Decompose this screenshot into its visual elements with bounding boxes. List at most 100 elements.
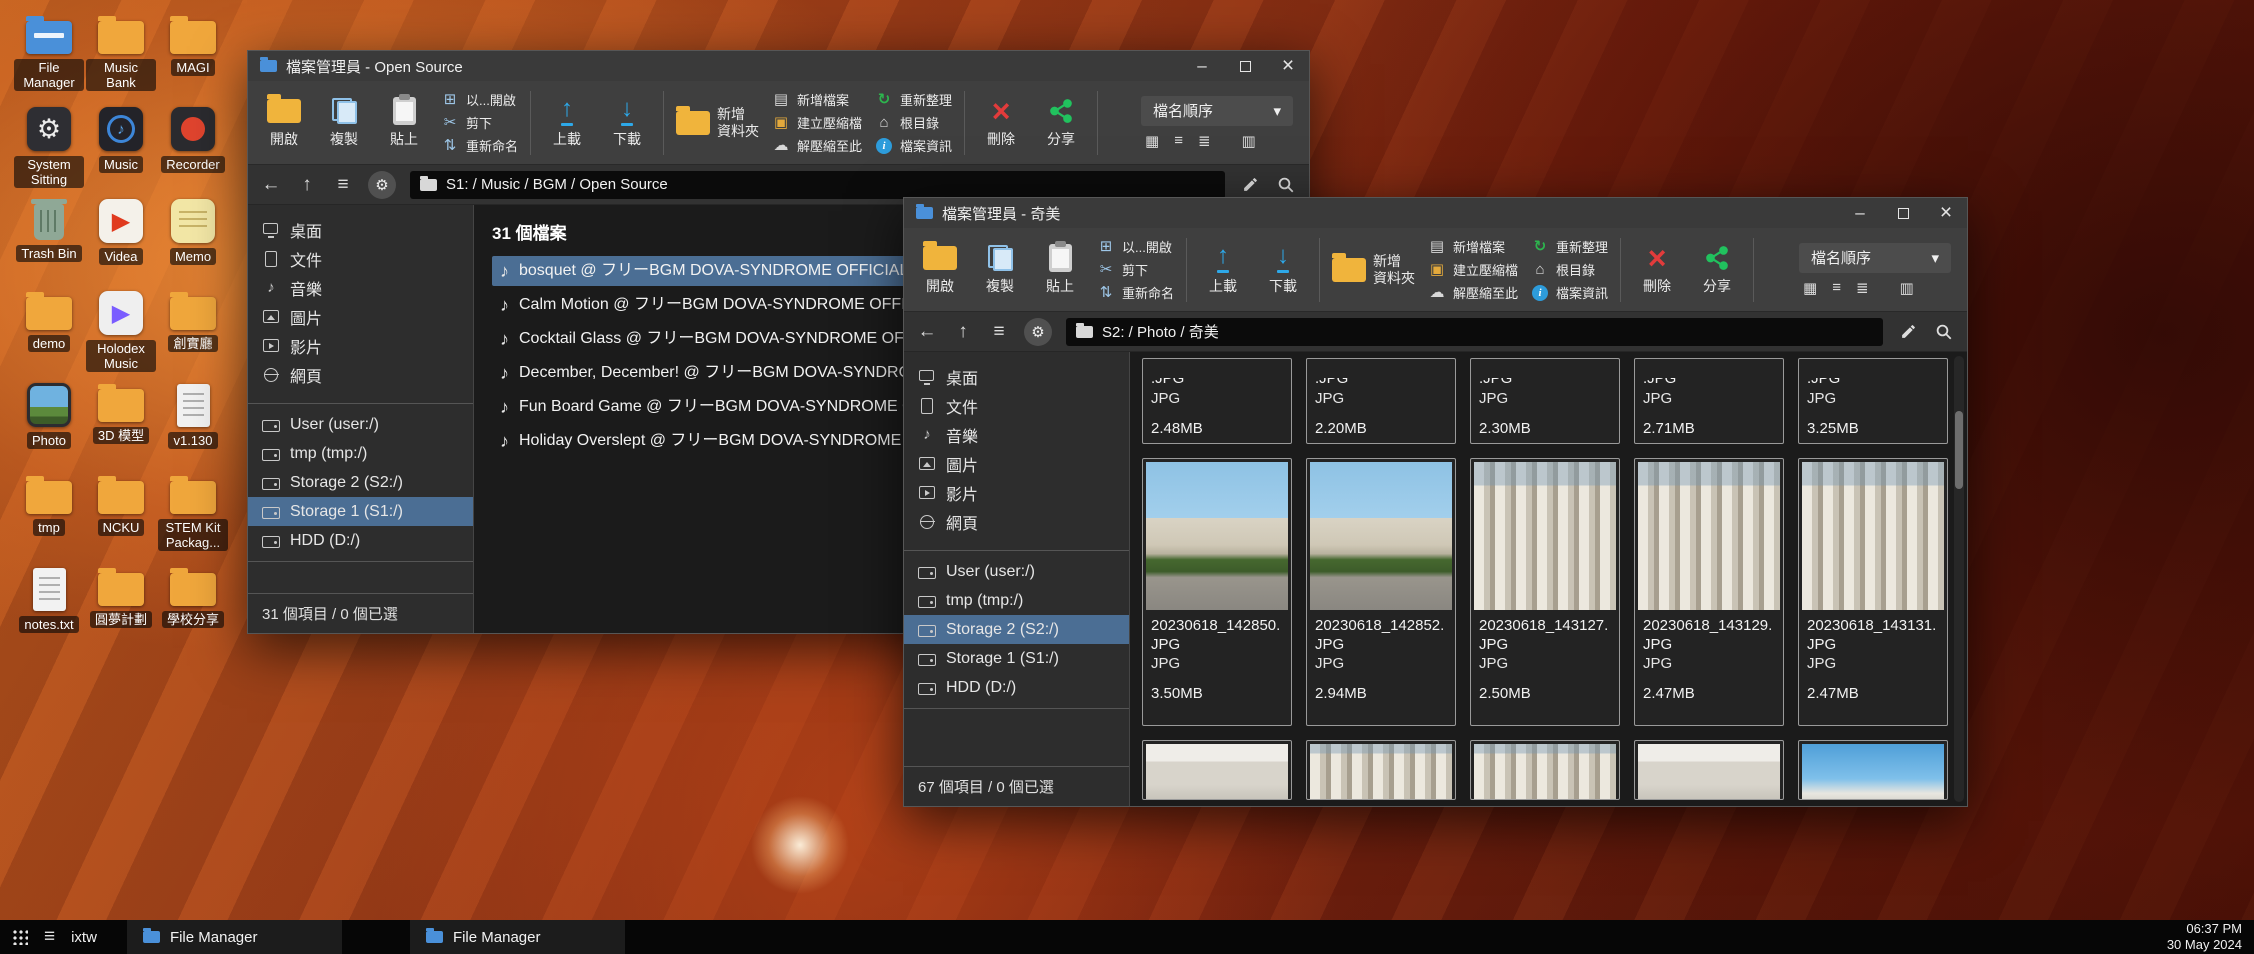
cut-button[interactable]: ✂剪下 (440, 113, 518, 133)
paste-button[interactable]: 貼上 (380, 96, 428, 149)
file-info-button[interactable]: i檔案資訊 (874, 136, 952, 156)
desktop-icon-stem-kit[interactable]: STEM Kit Packag... (158, 472, 228, 564)
view-grid-button[interactable]: ▦ (1145, 132, 1159, 150)
desktop-icon-3d-model[interactable]: 3D 模型 (86, 380, 156, 472)
desktop-icon-system-setting[interactable]: ⚙System Sitting (14, 104, 84, 196)
download-button[interactable]: ↓下載 (603, 96, 651, 149)
close-button[interactable]: × (1271, 51, 1305, 81)
photo-cell-clipped[interactable] (1470, 740, 1620, 800)
photo-cell[interactable]: 20230618_143127.JPGJPG2.50MB (1470, 458, 1620, 726)
up-button[interactable]: ↑ (952, 321, 974, 343)
desktop-icon-ncku[interactable]: NCKU (86, 472, 156, 564)
open-button[interactable]: 開啟 (916, 243, 964, 296)
photo-cell[interactable]: 20230618_143129.JPGJPG2.47MB (1634, 458, 1784, 726)
desktop-icon-music[interactable]: ♪Music (86, 104, 156, 196)
refresh-button[interactable]: ↻重新整理 (1530, 237, 1608, 257)
delete-button[interactable]: ×刪除 (1633, 243, 1681, 296)
app-launcher-button[interactable] (12, 929, 28, 945)
desktop-icon-file-manager[interactable]: File Manager (14, 12, 84, 104)
desktop-icon-dream-plan[interactable]: 圓夢計劃 (86, 564, 156, 656)
download-button[interactable]: ↓下載 (1259, 243, 1307, 296)
paste-button[interactable]: 貼上 (1036, 243, 1084, 296)
view-column-button[interactable]: ▥ (1242, 132, 1256, 150)
share-button[interactable]: 分享 (1693, 243, 1741, 296)
edit-path-button[interactable] (1897, 323, 1919, 340)
sort-order-dropdown[interactable]: 檔名順序▾ (1799, 243, 1951, 273)
sidebar-drive-storage2[interactable]: Storage 2 (S2:/) (248, 468, 473, 497)
photo-cell[interactable]: 20230618_143131.JPGJPG2.47MB (1798, 458, 1948, 726)
copy-button[interactable]: 複製 (976, 243, 1024, 296)
desktop-icon-notes-txt[interactable]: notes.txt (14, 564, 84, 656)
settings-button[interactable]: ⚙ (368, 171, 396, 199)
sidebar-drive-user[interactable]: User (user:/) (904, 557, 1129, 586)
rename-button[interactable]: ⇅重新命名 (1096, 283, 1174, 303)
desktop-icon-videa[interactable]: ▶Videa (86, 196, 156, 288)
sidebar-item-documents[interactable]: 文件 (248, 244, 473, 273)
sidebar-item-pictures[interactable]: 圖片 (248, 302, 473, 331)
desktop-icon-magi[interactable]: MAGI (158, 12, 228, 104)
sidebar-drive-hdd[interactable]: HDD (D:/) (248, 526, 473, 555)
view-detail-button[interactable]: ≣ (1198, 132, 1211, 150)
create-archive-button[interactable]: ▣建立壓縮檔 (771, 113, 862, 133)
new-file-button[interactable]: ▤新增檔案 (1427, 237, 1518, 257)
minimize-button[interactable]: – (1185, 51, 1219, 81)
sidebar-item-pictures[interactable]: 圖片 (904, 449, 1129, 478)
photo-cell-clipped[interactable] (1306, 740, 1456, 800)
refresh-button[interactable]: ↻重新整理 (874, 90, 952, 110)
rename-button[interactable]: ⇅重新命名 (440, 136, 518, 156)
minimize-button[interactable]: – (1843, 198, 1877, 228)
sidebar-drive-storage1[interactable]: Storage 1 (S1:/) (904, 644, 1129, 673)
titlebar[interactable]: 檔案管理員 - 奇美 – × (904, 198, 1967, 228)
back-button[interactable]: ← (916, 321, 938, 343)
view-list-button[interactable]: ≡ (1832, 279, 1841, 297)
desktop-icon-tmp[interactable]: tmp (14, 472, 84, 564)
address-bar[interactable]: S2: / Photo / 奇美 (1066, 318, 1883, 346)
menu-button[interactable]: ≡ (988, 321, 1010, 343)
scrollbar-thumb[interactable] (1955, 411, 1963, 489)
sidebar-drive-storage1[interactable]: Storage 1 (S1:/) (248, 497, 473, 526)
desktop-icon-memo[interactable]: Memo (158, 196, 228, 288)
photo-cell-partial[interactable]: .JPGJPG3.25MB (1798, 358, 1948, 444)
desktop-icon-demo[interactable]: demo (14, 288, 84, 380)
taskbar-menu-button[interactable]: ≡ (44, 926, 55, 948)
maximize-button[interactable] (1886, 198, 1920, 228)
desktop-icon-v1130[interactable]: v1.130 (158, 380, 228, 472)
photo-cell[interactable]: 20230618_142850.JPGJPG3.50MB (1142, 458, 1292, 726)
sidebar-item-desktop[interactable]: 桌面 (904, 362, 1129, 391)
titlebar[interactable]: 檔案管理員 - Open Source – × (248, 51, 1309, 81)
search-button[interactable] (1933, 323, 1955, 341)
delete-button[interactable]: ×刪除 (977, 96, 1025, 149)
cut-button[interactable]: ✂剪下 (1096, 260, 1174, 280)
sidebar-item-desktop[interactable]: 桌面 (248, 215, 473, 244)
view-detail-button[interactable]: ≣ (1856, 279, 1869, 297)
desktop-icon-school-share[interactable]: 學校分享 (158, 564, 228, 656)
view-column-button[interactable]: ▥ (1900, 279, 1914, 297)
sidebar-item-music[interactable]: ♪音樂 (904, 420, 1129, 449)
upload-button[interactable]: ↑上載 (1199, 243, 1247, 296)
sidebar-item-documents[interactable]: 文件 (904, 391, 1129, 420)
extract-here-button[interactable]: ☁解壓縮至此 (771, 136, 862, 156)
close-button[interactable]: × (1929, 198, 1963, 228)
settings-button[interactable]: ⚙ (1024, 318, 1052, 346)
sidebar-drive-hdd[interactable]: HDD (D:/) (904, 673, 1129, 702)
sidebar-drive-storage2[interactable]: Storage 2 (S2:/) (904, 615, 1129, 644)
sidebar-drive-tmp[interactable]: tmp (tmp:/) (904, 586, 1129, 615)
share-button[interactable]: 分享分享分享 (1037, 96, 1085, 149)
back-button[interactable]: ← (260, 174, 282, 196)
menu-button[interactable]: ≡ (332, 174, 354, 196)
open-button[interactable]: 開啟 (260, 96, 308, 149)
open-with-button[interactable]: ⊞以...開啟 (440, 90, 518, 110)
copy-button[interactable]: 複製 (320, 96, 368, 149)
photo-cell-clipped[interactable] (1142, 740, 1292, 800)
desktop-icon-folder-11[interactable]: 創實廳 (158, 288, 228, 380)
photo-cell[interactable]: 20230618_142852.JPGJPG2.94MB (1306, 458, 1456, 726)
open-with-button[interactable]: ⊞以...開啟 (1096, 237, 1174, 257)
photo-cell-partial[interactable]: .JPGJPG2.71MB (1634, 358, 1784, 444)
desktop-icon-music-bank[interactable]: Music Bank (86, 12, 156, 104)
taskbar-app-file-manager-1[interactable]: File Manager (127, 920, 342, 954)
upload-button[interactable]: ↑上載 (543, 96, 591, 149)
root-directory-button[interactable]: ⌂根目錄 (874, 113, 952, 133)
photo-cell-partial[interactable]: .JPGJPG2.30MB (1470, 358, 1620, 444)
sidebar-drive-user[interactable]: User (user:/) (248, 410, 473, 439)
desktop-icon-holodex-music[interactable]: ▶Holodex Music (86, 288, 156, 380)
